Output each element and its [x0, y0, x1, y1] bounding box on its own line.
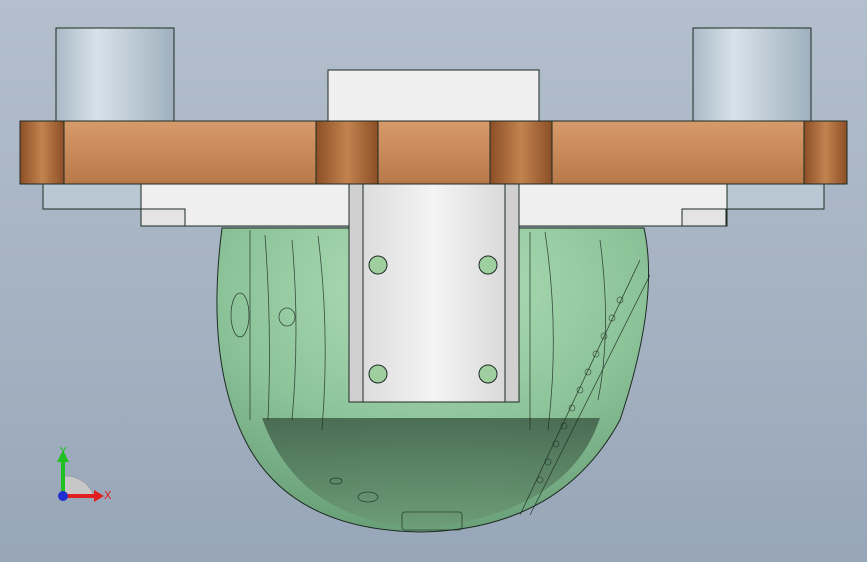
- triad-plane-icon: [63, 475, 95, 497]
- center-top-block: [327, 69, 540, 126]
- z-axis-dot-icon: [58, 491, 68, 501]
- left-bar-end: [140, 208, 186, 227]
- left-post: [55, 27, 175, 125]
- x-axis-label: X: [104, 489, 112, 502]
- center-bracket: [348, 183, 520, 403]
- cad-viewport[interactable]: Y X: [0, 0, 867, 562]
- right-post: [692, 27, 812, 125]
- flange-plate: [19, 120, 848, 185]
- y-axis-label: Y: [59, 445, 67, 458]
- axis-triad: Y X: [57, 445, 112, 502]
- right-bar-end: [681, 208, 727, 227]
